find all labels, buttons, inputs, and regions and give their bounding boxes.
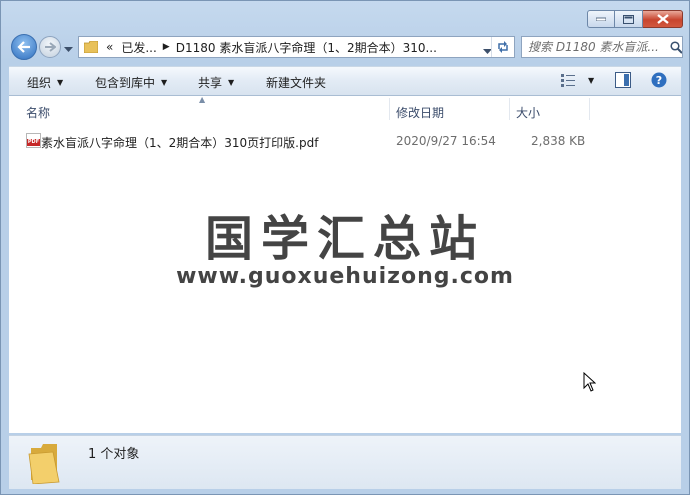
file-size: 2,838 KB [531, 134, 586, 148]
window-controls [587, 10, 683, 28]
column-date-modified[interactable]: 修改日期 [396, 104, 444, 121]
chevron-down-icon: ▼ [161, 78, 168, 87]
maximize-icon [623, 14, 634, 24]
column-name[interactable]: 名称 [26, 104, 50, 121]
forward-button[interactable] [39, 36, 61, 58]
file-date-modified: 2020/9/27 16:54 [396, 134, 496, 148]
watermark-title: 国学汇总站 [204, 211, 485, 267]
chevron-down-icon: ▼ [588, 75, 595, 85]
chevron-down-icon: ▼ [57, 78, 64, 87]
folder-icon [84, 41, 98, 53]
file-row[interactable]: PDF 素水盲派八字命理（1、2期合本）310页打印版.pdf 2020/9/2… [23, 132, 681, 150]
include-in-library-menu[interactable]: 包含到库中 ▼ [95, 74, 167, 91]
search-box[interactable] [521, 36, 683, 58]
chevron-down-icon [64, 47, 73, 52]
share-menu[interactable]: 共享 ▼ [198, 74, 234, 91]
new-folder-label: 新建文件夹 [266, 76, 327, 90]
share-label: 共享 [198, 76, 223, 90]
maximize-button[interactable] [615, 10, 643, 28]
command-bar: 组织 ▼ 包含到库中 ▼ 共享 ▼ 新建文件夹 ▼ ? [9, 66, 681, 96]
back-button[interactable] [11, 34, 37, 60]
arrow-right-icon [45, 42, 56, 52]
sort-ascending-icon: ▲ [199, 95, 206, 104]
pdf-label: PDF [27, 139, 40, 146]
arrow-left-icon [17, 41, 30, 53]
column-divider[interactable] [589, 98, 590, 120]
column-size[interactable]: 大小 [516, 104, 540, 121]
breadcrumb-current[interactable]: D1180 素水盲派八字命理（1、2期合本）310... [176, 39, 437, 56]
organize-menu[interactable]: 组织 ▼ [27, 74, 63, 91]
column-divider[interactable] [389, 98, 390, 120]
view-list-icon [561, 74, 575, 87]
file-list: ▲ 名称 修改日期 大小 PDF 素水盲派八字命理（1、2期合本）310页打印版… [9, 95, 681, 433]
preview-pane-icon [615, 72, 631, 88]
help-button[interactable]: ? [651, 72, 667, 88]
watermark-url: www.guoxuehuizong.com [176, 264, 514, 289]
item-count: 1 个对象 [88, 447, 140, 462]
refresh-icon [498, 41, 508, 53]
explorer-window: « 已发... ▶ D1180 素水盲派八字命理（1、2期合本）310... 组… [0, 0, 690, 495]
svg-text:?: ? [656, 74, 662, 87]
column-divider[interactable] [509, 98, 510, 120]
breadcrumb-overflow[interactable]: « [106, 40, 113, 54]
minimize-button[interactable] [587, 10, 615, 28]
search-icon[interactable] [670, 40, 682, 54]
minimize-icon [596, 17, 606, 21]
view-options-button[interactable]: ▼ [560, 72, 594, 88]
file-name[interactable]: 素水盲派八字命理（1、2期合本）310页打印版.pdf [41, 134, 318, 151]
folder-icon [28, 444, 60, 484]
preview-pane-button[interactable] [615, 72, 631, 88]
search-input[interactable] [522, 39, 670, 55]
breadcrumb-separator-icon[interactable]: ▶ [163, 42, 170, 52]
navigation-bar: « 已发... ▶ D1180 素水盲派八字命理（1、2期合本）310... [9, 34, 683, 60]
help-icon: ? [651, 72, 667, 88]
recent-pages-dropdown[interactable] [64, 42, 73, 56]
chevron-down-icon: ▼ [228, 78, 235, 87]
new-folder-button[interactable]: 新建文件夹 [266, 74, 326, 91]
close-button[interactable] [643, 10, 683, 28]
breadcrumb-parent[interactable]: 已发... [121, 39, 156, 56]
column-header: ▲ 名称 修改日期 大小 [9, 95, 681, 122]
include-in-library-label: 包含到库中 [95, 76, 156, 90]
organize-label: 组织 [27, 76, 52, 90]
refresh-button[interactable] [491, 37, 514, 57]
close-icon [656, 14, 669, 24]
details-pane: 1 个对象 [9, 435, 681, 489]
pdf-file-icon: PDF [26, 133, 41, 148]
mouse-cursor-icon [583, 372, 596, 392]
address-bar[interactable]: « 已发... ▶ D1180 素水盲派八字命理（1、2期合本）310... [78, 36, 515, 58]
